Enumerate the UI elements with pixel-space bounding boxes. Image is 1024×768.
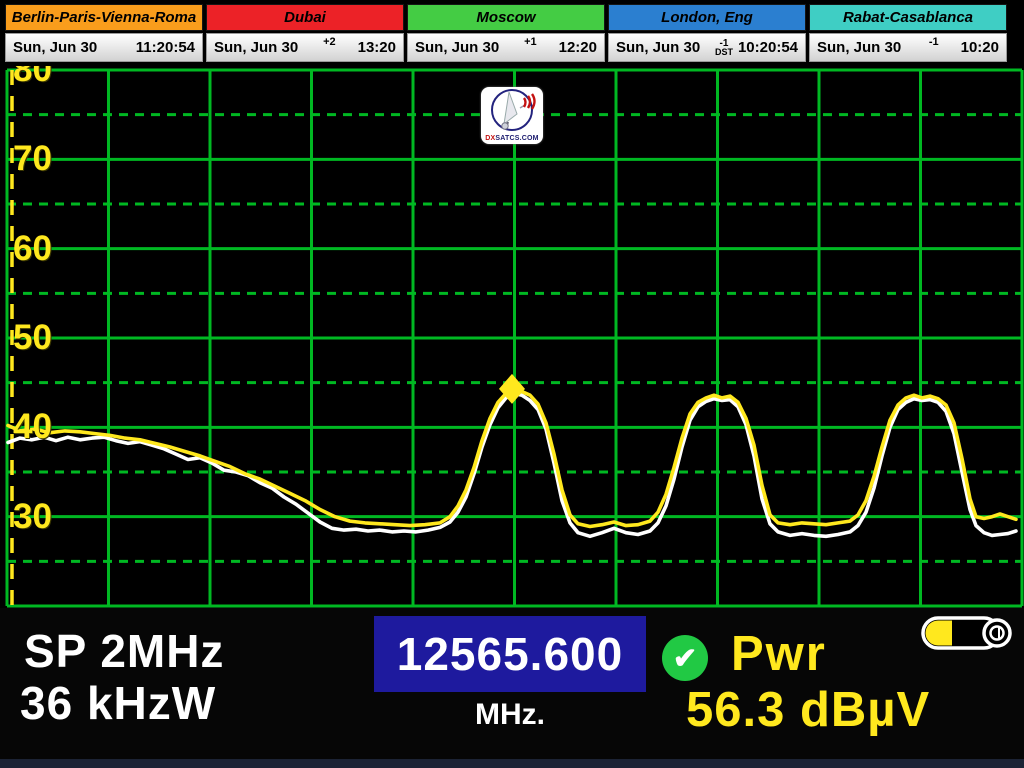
clock-city-label: Moscow [407, 4, 605, 31]
clock-utc-offset: -1 [929, 36, 939, 48]
clock-utc-offset: +1 [524, 36, 537, 48]
y-axis-label: 50 [13, 318, 83, 358]
bandwidth-label: 36 kHzW [20, 676, 216, 730]
y-axis-label: 30 [13, 497, 83, 537]
clock-date: Sun, Jun 30 [214, 39, 323, 56]
clock-time-row: Sun, Jun 30 -1 10:20 [809, 33, 1007, 62]
clock-time: 12:20 [559, 39, 597, 56]
clock-time-row: Sun, Jun 30 -1 DST 10:20:54 [608, 33, 806, 62]
clock-panel-dubai: Dubai Sun, Jun 30 +2 13:20 [206, 4, 404, 62]
readout-bar: SP 2MHz 36 kHzW 12565.600 MHz. ✔ Pwr 56.… [0, 608, 1024, 760]
spectrum-plot: 80 70 60 50 40 30 [0, 66, 1024, 608]
clock-panel-london: London, Eng Sun, Jun 30 -1 DST 10:20:54 [608, 4, 806, 62]
span-label: SP 2MHz [24, 624, 224, 678]
frequency-unit-label: MHz. [374, 698, 646, 732]
clock-date: Sun, Jun 30 [13, 39, 136, 56]
y-axis-label: 80 [13, 66, 83, 90]
clock-time: 10:20:54 [738, 39, 798, 56]
frequency-display[interactable]: 12565.600 [374, 616, 646, 692]
y-axis-label: 40 [13, 407, 83, 447]
clock-time-row: Sun, Jun 30 +2 13:20 [206, 33, 404, 62]
clock-dst-indicator: -1 DST [715, 40, 733, 56]
spectrum-analyzer-screen: Berlin-Paris-Vienna-Roma Sun, Jun 30 11:… [0, 0, 1024, 768]
bottom-strip [0, 759, 1024, 768]
logo-text: DXSATCS.COM [481, 135, 543, 142]
clock-time: 10:20 [961, 39, 999, 56]
clock-panel-rabat: Rabat-Casablanca Sun, Jun 30 -1 10:20 [809, 4, 1007, 62]
clock-utc-offset: +2 [323, 36, 336, 48]
world-clock-bar: Berlin-Paris-Vienna-Roma Sun, Jun 30 11:… [5, 4, 1007, 62]
battery-icon [920, 614, 1014, 652]
satellite-dish-icon [484, 88, 540, 134]
clock-time: 11:20:54 [136, 39, 195, 56]
dxsatcs-logo: DXSATCS.COM [481, 87, 543, 144]
clock-date: Sun, Jun 30 [415, 39, 524, 56]
y-axis-label: 60 [13, 229, 83, 269]
clock-city-label: London, Eng [608, 4, 806, 31]
y-axis-label: 70 [13, 139, 83, 179]
clock-time-row: Sun, Jun 30 11:20:54 [5, 33, 203, 62]
clock-date: Sun, Jun 30 [616, 39, 715, 56]
spectrum-svg [0, 66, 1024, 608]
lock-check-icon: ✔ [662, 635, 708, 681]
clock-city-label: Rabat-Casablanca [809, 4, 1007, 31]
clock-panel-berlin: Berlin-Paris-Vienna-Roma Sun, Jun 30 11:… [5, 4, 203, 62]
power-label: Pwr [731, 626, 827, 682]
clock-panel-moscow: Moscow Sun, Jun 30 +1 12:20 [407, 4, 605, 62]
clock-time: 13:20 [358, 39, 396, 56]
clock-date: Sun, Jun 30 [817, 39, 929, 56]
clock-city-label: Dubai [206, 4, 404, 31]
clock-city-label: Berlin-Paris-Vienna-Roma [5, 4, 203, 31]
power-value: 56.3 dBµV [686, 682, 930, 738]
clock-time-row: Sun, Jun 30 +1 12:20 [407, 33, 605, 62]
